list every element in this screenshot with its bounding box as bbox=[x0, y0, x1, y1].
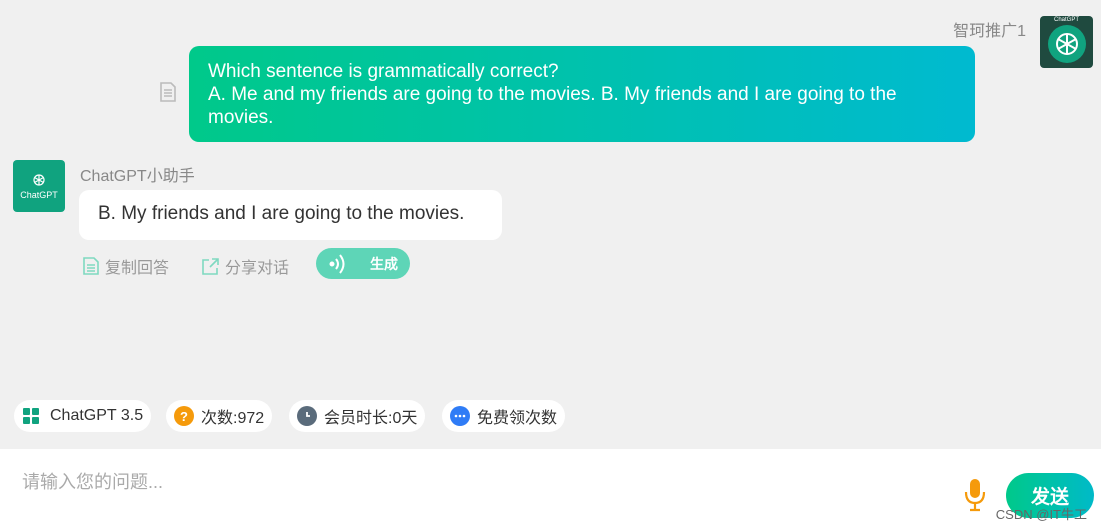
document-icon bbox=[83, 257, 99, 275]
model-label: ChatGPT 3.5 bbox=[50, 407, 144, 424]
share-icon bbox=[202, 257, 219, 275]
clock-icon bbox=[297, 406, 317, 426]
bot-name: ChatGPT小助手 bbox=[80, 168, 195, 185]
input-bar bbox=[0, 449, 1101, 530]
bot-avatar: ChatGPT bbox=[13, 160, 65, 212]
bot-message-bubble: B. My friends and I are going to the mov… bbox=[79, 190, 502, 240]
sound-wave-icon bbox=[329, 253, 345, 274]
share-conversation-button[interactable]: 分享对话 bbox=[202, 254, 289, 278]
copy-answer-label: 复制回答 bbox=[105, 260, 170, 277]
user-avatar-label: ChatGPT bbox=[1053, 17, 1079, 23]
user-message-line: movies. bbox=[208, 107, 274, 128]
watermark: CSDN @IT牛工 bbox=[995, 507, 1087, 522]
share-conversation-label: 分享对话 bbox=[225, 260, 290, 277]
openai-logo-icon bbox=[33, 173, 45, 186]
free-credits-chip[interactable]: 免费领次数 bbox=[442, 400, 566, 432]
more-icon bbox=[450, 406, 470, 426]
membership-duration-label: 会员时长:0天 bbox=[324, 410, 418, 427]
user-name: 智珂推广1 bbox=[953, 23, 1026, 40]
question-icon: ? bbox=[174, 406, 194, 426]
user-message-line: A. Me and my friends are going to the mo… bbox=[208, 84, 897, 105]
model-selector-chip[interactable]: ChatGPT 3.5 bbox=[14, 400, 152, 432]
free-credits-label: 免费领次数 bbox=[477, 410, 558, 427]
microphone-icon[interactable] bbox=[963, 478, 987, 517]
bot-avatar-label: ChatGPT bbox=[20, 189, 58, 200]
user-message-line: Which sentence is grammatically correct? bbox=[208, 61, 559, 82]
openai-logo-icon bbox=[1047, 25, 1086, 63]
copy-answer-button[interactable]: 复制回答 bbox=[83, 254, 169, 278]
generate-button[interactable]: 生成 bbox=[316, 248, 410, 279]
grid-icon bbox=[23, 408, 39, 424]
generate-label: 生成 bbox=[370, 255, 398, 272]
usage-count-label: 次数:972 bbox=[201, 410, 265, 427]
user-message-bubble: Which sentence is grammatically correct?… bbox=[189, 46, 975, 142]
usage-count-chip[interactable]: ? 次数:972 bbox=[166, 400, 273, 432]
document-icon[interactable] bbox=[159, 82, 177, 107]
user-avatar: ChatGPT bbox=[1040, 16, 1093, 68]
question-input[interactable] bbox=[22, 467, 922, 497]
membership-duration-chip[interactable]: 会员时长:0天 bbox=[289, 400, 426, 432]
